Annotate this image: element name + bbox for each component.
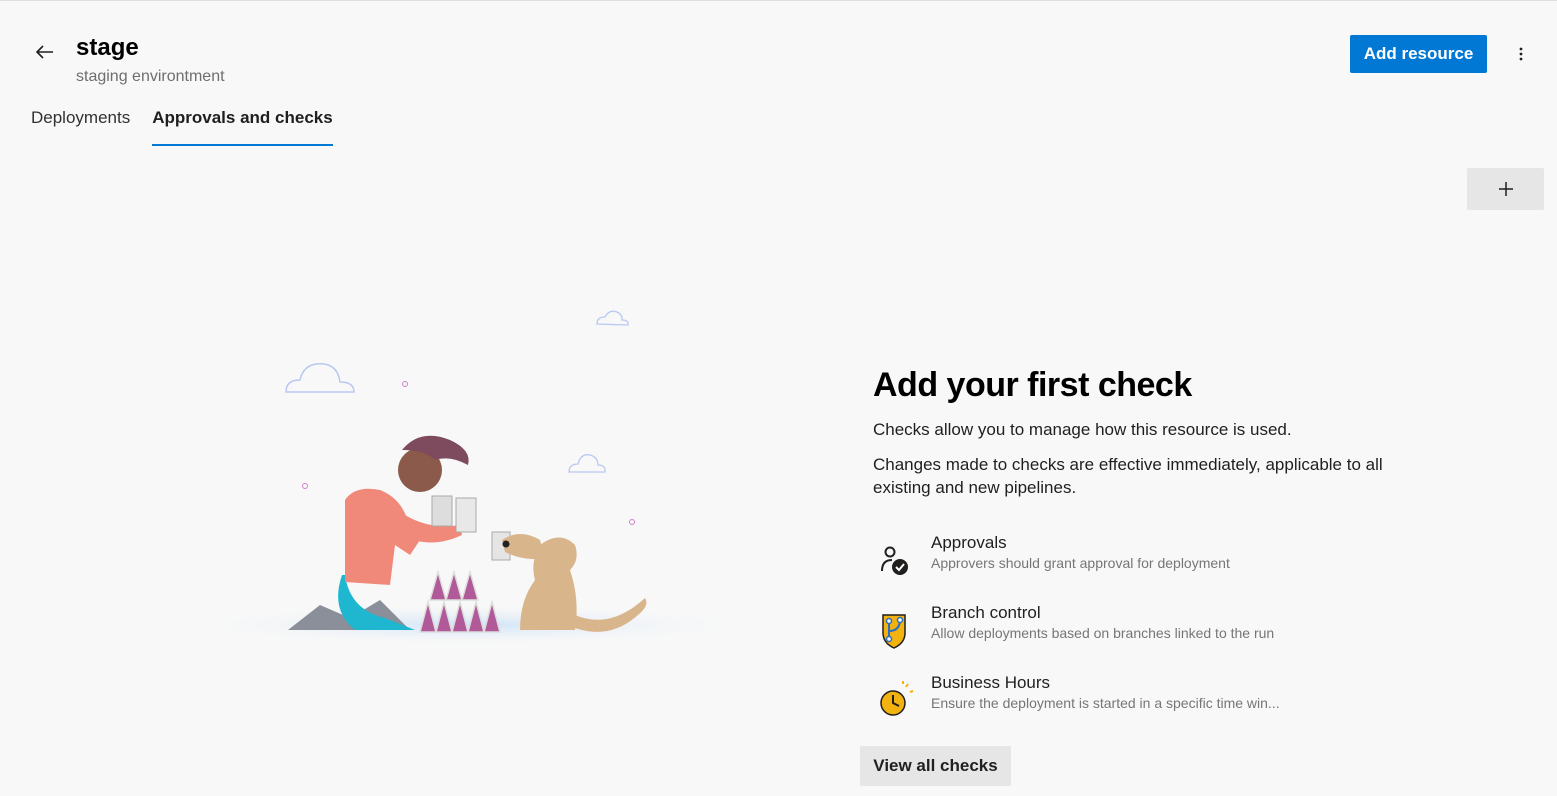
- page-title: stage: [76, 34, 139, 61]
- check-description: Ensure the deployment is started in a sp…: [931, 695, 1280, 711]
- branch-control-icon: [882, 614, 906, 649]
- check-description: Allow deployments based on branches link…: [931, 625, 1275, 641]
- check-description: Approvers should grant approval for depl…: [931, 555, 1230, 571]
- business-hours-icon: [880, 681, 914, 716]
- back-button[interactable]: [30, 38, 60, 66]
- check-option-approvals[interactable]: Approvals Approvers should grant approva…: [873, 533, 1393, 585]
- top-divider: [0, 0, 1557, 1]
- tab-bar: Deployments Approvals and checks: [31, 108, 355, 146]
- more-options-button[interactable]: [1508, 40, 1534, 68]
- more-vertical-icon: [1519, 47, 1523, 61]
- check-name: Branch control: [931, 603, 1041, 622]
- check-option-branch-control[interactable]: Branch control Allow deployments based o…: [873, 603, 1393, 655]
- add-check-button[interactable]: [1467, 168, 1544, 210]
- empty-state-illustration: [180, 310, 760, 645]
- tab-approvals-and-checks[interactable]: Approvals and checks: [152, 108, 333, 146]
- plus-icon: [1498, 182, 1513, 196]
- check-name: Approvals: [931, 533, 1007, 552]
- tab-deployments[interactable]: Deployments: [31, 108, 130, 146]
- empty-state-heading: Add your first check: [873, 366, 1192, 404]
- approvals-icon: [881, 546, 908, 575]
- view-all-checks-button[interactable]: View all checks: [860, 746, 1011, 786]
- empty-state-note: Changes made to checks are effective imm…: [873, 455, 1383, 497]
- page-subtitle: staging environtment: [76, 68, 225, 85]
- back-arrow-icon: [36, 45, 53, 59]
- check-name: Business Hours: [931, 673, 1051, 692]
- add-resource-button[interactable]: Add resource: [1350, 35, 1487, 73]
- empty-state-description: Checks allow you to manage how this reso…: [873, 420, 1292, 439]
- check-option-business-hours[interactable]: Business Hours Ensure the deployment is …: [873, 673, 1393, 725]
